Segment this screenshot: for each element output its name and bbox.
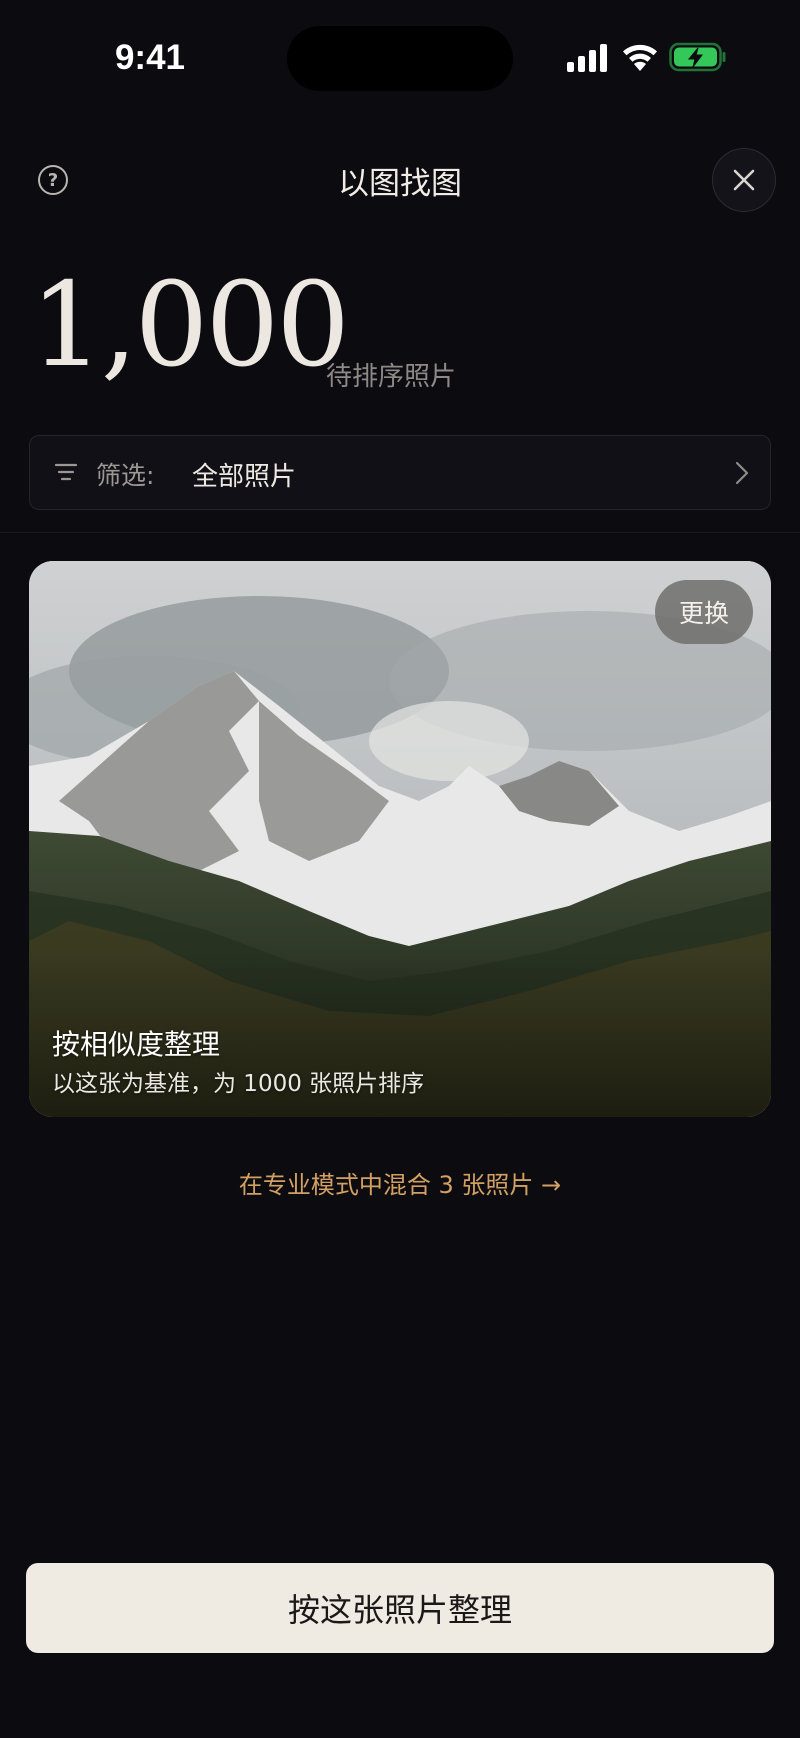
dynamic-island: [287, 26, 513, 91]
cellular-signal-icon: [567, 44, 607, 72]
photo-count-label: 待排序照片: [326, 362, 457, 392]
section-divider: [0, 532, 800, 533]
status-bar: 9:41: [0, 0, 800, 120]
filter-value: 全部照片: [192, 462, 297, 492]
help-button[interactable]: ?: [38, 165, 68, 195]
battery-charging-icon: [669, 42, 726, 72]
filter-lines-icon: [54, 463, 78, 481]
close-icon: [733, 169, 755, 191]
screen: 9:41 ? 以图找图 1,000 待排序照片 筛选: 全部照片 更换 按相似度…: [0, 0, 800, 1738]
filter-label: 筛选:: [96, 461, 155, 490]
close-button[interactable]: [712, 148, 776, 212]
chevron-right-icon: [735, 461, 749, 485]
card-subtitle: 以这张为基准，为 1000 张照片排序: [52, 1071, 425, 1097]
question-circle-icon: ?: [47, 169, 59, 191]
pro-mode-link[interactable]: 在专业模式中混合 3 张照片 →: [0, 1165, 800, 1200]
status-time: 9:41: [114, 38, 186, 77]
photo-count: 1,000: [30, 258, 350, 393]
card-title: 按相似度整理: [52, 1028, 221, 1061]
reference-photo-card[interactable]: 更换 按相似度整理 以这张为基准，为 1000 张照片排序: [29, 561, 771, 1117]
sort-by-photo-button[interactable]: 按这张照片整理: [26, 1563, 774, 1653]
wifi-icon: [623, 44, 657, 71]
page-title: 以图找图: [338, 166, 462, 202]
filter-selector[interactable]: 筛选: 全部照片: [29, 435, 771, 510]
change-photo-button[interactable]: 更换: [655, 580, 753, 644]
